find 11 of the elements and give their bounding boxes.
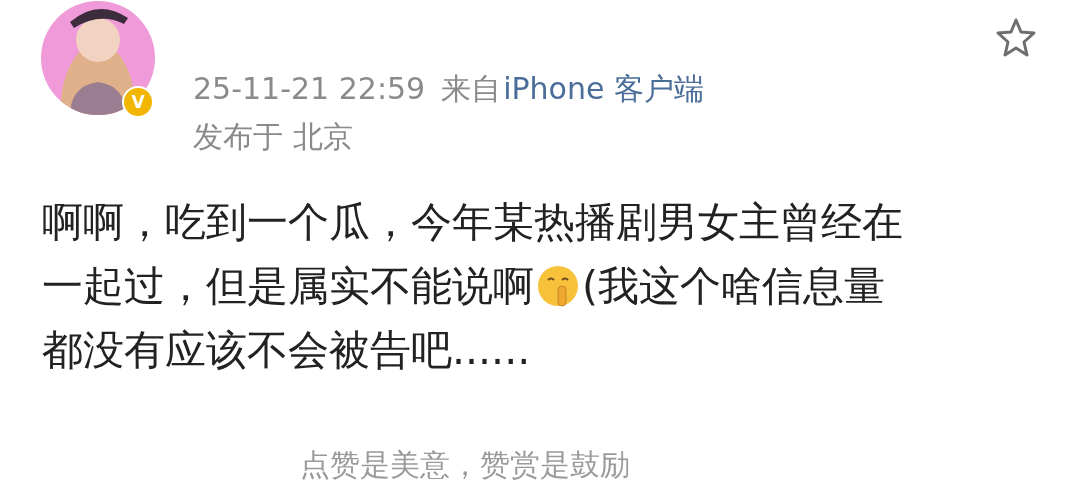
post-text: 都没有应该不会被告吧...... [42,325,531,376]
source-link[interactable]: iPhone 客户端 [503,70,704,108]
post-text: (我这个啥信息量 [582,261,885,312]
verified-badge: V [122,86,154,118]
post-text: 啊啊，吃到一个瓜，今年某热播剧男女主曾经在 [42,197,903,248]
post-location: 发布于 北京 [193,118,353,156]
source-label: 来自 [441,70,502,108]
post-text: 一起过，但是属实不能说啊 [42,261,534,312]
footer-text: 点赞是美意，赞赏是鼓励 [300,447,630,482]
shush-emoji-icon [536,264,580,308]
post-time: 25-11-21 22:59 [193,70,426,108]
